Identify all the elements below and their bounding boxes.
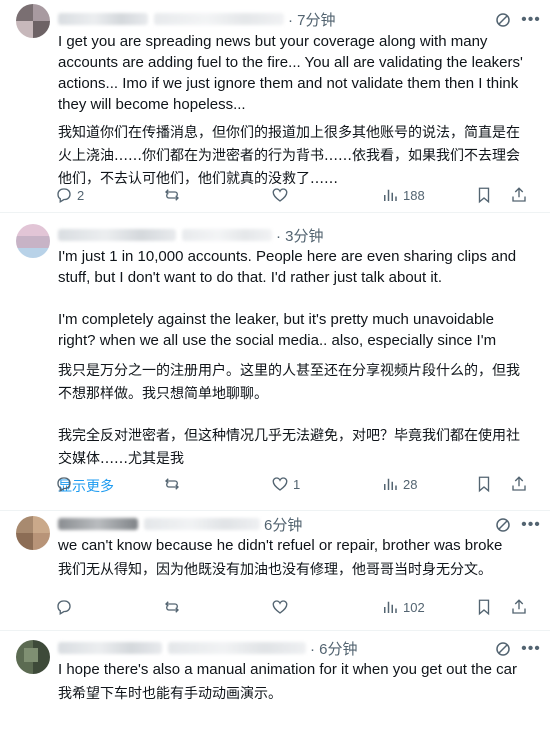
post-3[interactable]: 6分钟 ••• we can't know because he didn't … (0, 510, 550, 631)
post-text-en-2: I'm completely against the leaker, but i… (58, 311, 497, 349)
views-button[interactable]: 28 (381, 473, 417, 495)
more-icon[interactable]: ••• (520, 514, 542, 536)
avatar[interactable] (16, 640, 50, 674)
more-icon[interactable]: ••• (520, 9, 542, 31)
action-bar: 2 188 (55, 184, 535, 206)
repost-icon (165, 478, 179, 490)
author-name[interactable] (58, 229, 176, 241)
bookmark-icon (478, 599, 490, 616)
post-time[interactable]: 6分钟 (264, 514, 302, 535)
post-header: 6分钟 (58, 514, 302, 534)
post-text-en: I hope there's also a manual animation f… (58, 661, 517, 678)
views-count: 102 (403, 599, 425, 615)
heart-icon (272, 600, 288, 614)
reply-icon (57, 188, 71, 203)
grok-icon[interactable] (492, 9, 514, 31)
action-bar: 1 28 (55, 473, 535, 495)
post-text-zh: 我们无从得知，因为他既没有加油也没有修理，他哥哥当时身无分文。 (58, 562, 492, 578)
post-text-en: I get you are spreading news but your co… (58, 33, 523, 113)
author-handle[interactable] (144, 518, 260, 530)
avatar[interactable] (16, 224, 50, 258)
views-icon (384, 189, 397, 201)
share-icon (512, 476, 526, 491)
author-handle[interactable] (154, 13, 284, 25)
share-button[interactable] (510, 184, 528, 206)
grok-icon[interactable] (492, 638, 514, 660)
reply-count: 2 (77, 187, 85, 203)
post-text-en-1: I'm just 1 in 10,000 accounts. People he… (58, 248, 517, 286)
avatar[interactable] (16, 516, 50, 550)
author-name[interactable] (58, 13, 148, 25)
post-header: · 7分钟 (58, 9, 336, 29)
views-button[interactable]: 188 (381, 184, 425, 206)
heart-icon (272, 477, 288, 491)
post-body: I'm just 1 in 10,000 accounts. People he… (58, 246, 533, 498)
share-icon (512, 187, 526, 202)
post-1[interactable]: · 7分钟 ••• I get you are spreading news b… (0, 0, 550, 213)
repost-button[interactable] (163, 596, 185, 618)
bookmark-icon (478, 476, 490, 493)
like-button[interactable]: 1 (271, 473, 300, 495)
reply-button[interactable] (55, 473, 77, 495)
share-button[interactable] (510, 596, 528, 618)
post-text-zh-1: 我只是万分之一的注册用户。这里的人甚至还在分享视频片段什么的，但我不想那样做。我… (58, 363, 520, 402)
author-name[interactable] (58, 642, 162, 654)
repost-icon (165, 601, 179, 613)
reply-icon (57, 477, 71, 492)
heart-icon (272, 188, 288, 202)
like-count: 1 (293, 476, 301, 492)
repost-button[interactable] (163, 184, 185, 206)
views-icon (384, 478, 397, 490)
like-button[interactable] (271, 596, 293, 618)
post-2[interactable]: · 3分钟 I'm just 1 in 10,000 accounts. Peo… (0, 212, 550, 511)
post-body: I hope there's also a manual animation f… (58, 659, 533, 706)
post-text-zh-2: 我完全反对泄密者，但这种情况几乎无法避免，对吧？毕竟我们都在使用社交媒体……尤其… (58, 428, 520, 467)
more-icon[interactable]: ••• (520, 638, 542, 660)
views-button[interactable]: 102 (381, 596, 425, 618)
action-bar: 102 (55, 596, 535, 618)
post-text-zh: 我希望下车时也能有手动动画演示。 (58, 686, 282, 702)
reply-button[interactable] (55, 596, 77, 618)
repost-icon (165, 189, 179, 201)
reply-button[interactable]: 2 (55, 184, 84, 206)
post-header: · 3分钟 (58, 225, 324, 245)
post-text-en: we can't know because he didn't refuel o… (58, 537, 503, 554)
author-name[interactable] (58, 518, 138, 530)
avatar[interactable] (16, 4, 50, 38)
post-4[interactable]: · 6分钟 ••• I hope there's also a manual a… (0, 630, 550, 730)
author-handle[interactable] (182, 229, 272, 241)
bookmark-button[interactable] (475, 473, 493, 495)
bookmark-icon (478, 187, 490, 204)
share-icon (512, 599, 526, 614)
post-body: we can't know because he didn't refuel o… (58, 535, 533, 582)
post-time[interactable]: · 3分钟 (276, 225, 324, 246)
post-body: I get you are spreading news but your co… (58, 31, 533, 191)
repost-button[interactable] (163, 473, 185, 495)
bookmark-button[interactable] (475, 184, 493, 206)
like-button[interactable] (271, 184, 293, 206)
reply-icon (57, 600, 71, 615)
post-time[interactable]: · 6分钟 (310, 638, 358, 659)
views-count: 188 (403, 187, 425, 203)
author-handle[interactable] (168, 642, 306, 654)
views-count: 28 (403, 476, 418, 492)
post-time[interactable]: · 7分钟 (288, 9, 336, 30)
post-text-zh: 我知道你们在传播消息，但你们的报道加上很多其他账号的说法，简直是在火上浇油……你… (58, 125, 520, 187)
views-icon (384, 601, 397, 613)
grok-icon[interactable] (492, 514, 514, 536)
post-header: · 6分钟 (58, 638, 358, 658)
bookmark-button[interactable] (475, 596, 493, 618)
share-button[interactable] (510, 473, 528, 495)
